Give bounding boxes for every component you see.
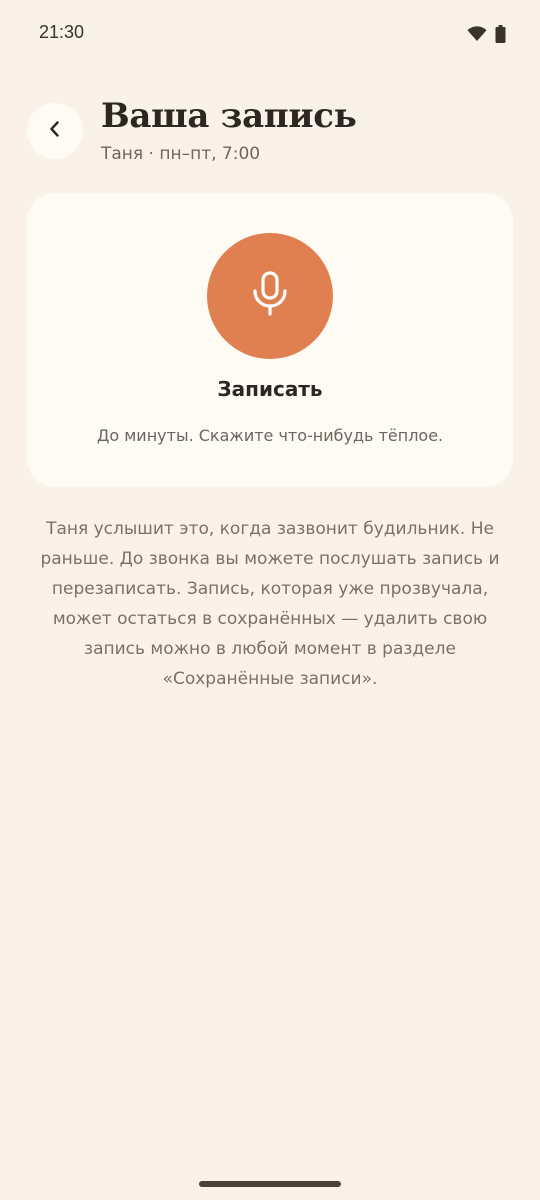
- record-label: Записать: [217, 377, 323, 401]
- status-icons: [467, 25, 506, 47]
- status-bar: 21:30: [0, 0, 540, 68]
- battery-icon: [495, 25, 506, 47]
- info-text: Таня услышит это, когда зазвонит будильн…: [40, 519, 500, 689]
- record-card: Записать До минуты. Скажите что-нибудь т…: [27, 193, 513, 487]
- record-button[interactable]: [207, 233, 333, 359]
- page-title: Ваша запись: [101, 96, 357, 136]
- header: Ваша запись Таня · пн–пт, 7:00: [27, 96, 513, 164]
- wifi-icon: [467, 26, 487, 46]
- back-button[interactable]: [27, 103, 83, 159]
- home-indicator[interactable]: [199, 1181, 341, 1187]
- status-time: 21:30: [39, 22, 85, 42]
- page-subtitle: Таня · пн–пт, 7:00: [101, 144, 261, 164]
- record-hint: До минуты. Скажите что-нибудь тёплое.: [96, 426, 444, 445]
- chevron-left-icon: [48, 120, 62, 142]
- microphone-icon: [250, 271, 290, 321]
